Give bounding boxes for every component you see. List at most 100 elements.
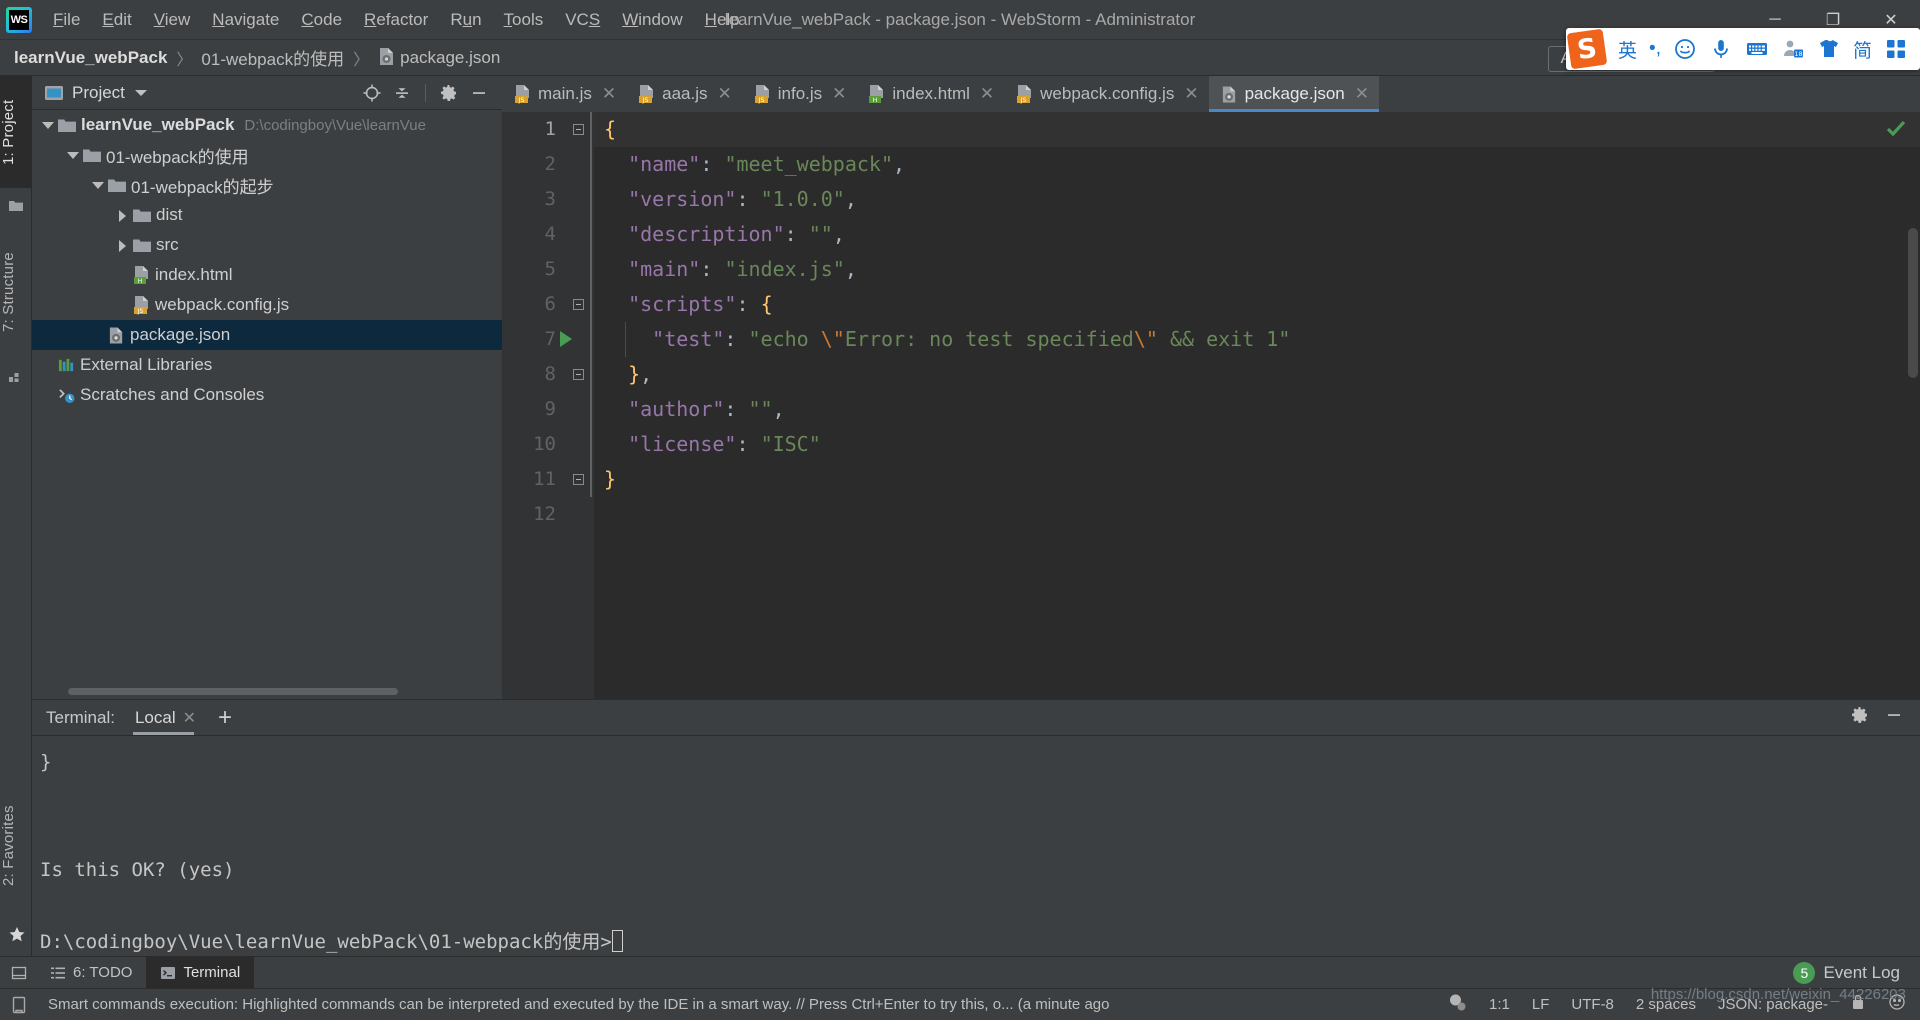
sidebar-item-project[interactable]: 1: Project <box>0 76 32 188</box>
project-horizontal-scrollbar[interactable] <box>32 685 502 697</box>
code-line-2[interactable]: "name": "meet_webpack", <box>594 147 1920 182</box>
tree-node-webpack-config-js[interactable]: JS webpack.config.js <box>32 290 502 320</box>
terminal-prompt[interactable]: D:\codingboy\Vue\learnVue_webPack\01-web… <box>40 924 1920 960</box>
menu-view[interactable]: View <box>143 0 202 40</box>
sogou-logo-icon[interactable]: S <box>1566 28 1608 70</box>
menu-window[interactable]: Window <box>611 0 693 40</box>
menu-edit[interactable]: Edit <box>91 0 142 40</box>
editor-tab-index-html[interactable]: Hindex.html ✕ <box>856 76 1004 112</box>
ime-punctuation-mode[interactable]: •, <box>1643 31 1667 67</box>
tree-node-learnvue-webpack[interactable]: learnVue_webPack D:\codingboy\Vue\learnVu… <box>32 110 502 140</box>
bottom-tab-todo[interactable]: 6: TODO <box>36 957 146 989</box>
code-line-12[interactable] <box>594 497 1920 532</box>
code-line-7[interactable]: "test": "echo \"Error: no test specified… <box>594 322 1920 357</box>
breadcrumb-item-1[interactable]: 01-webpack的使用 <box>201 45 344 70</box>
editor-tab-aaa-js[interactable]: JS aaa.js ✕ <box>626 76 742 112</box>
editor-tab-webpack-config-js[interactable]: JS webpack.config.js ✕ <box>1004 76 1208 112</box>
ok-check-icon[interactable] <box>1886 120 1906 138</box>
editor-tab-info-js[interactable]: JS info.js ✕ <box>742 76 857 112</box>
scrollbar-thumb[interactable] <box>68 688 398 695</box>
select-opened-file-icon[interactable] <box>359 80 385 106</box>
settings-gear-icon[interactable] <box>436 80 462 106</box>
status-info-icon[interactable] <box>10 996 28 1014</box>
close-icon[interactable]: ✕ <box>602 84 616 104</box>
editor-tab-main-js[interactable]: JS main.js ✕ <box>502 76 626 112</box>
code-line-3[interactable]: "version": "1.0.0", <box>594 182 1920 217</box>
close-icon[interactable]: ✕ <box>717 84 731 104</box>
ime-language-mode[interactable]: 英 <box>1612 31 1643 67</box>
tree-node-index-html[interactable]: Hindex.html <box>32 260 502 290</box>
fold-marker-8[interactable] <box>570 357 586 392</box>
close-icon[interactable]: ✕ <box>832 84 846 104</box>
menu-help[interactable]: Help <box>694 0 751 40</box>
tree-node-package-json[interactable]: package.json <box>32 320 502 350</box>
indent-setting[interactable]: 2 spaces <box>1636 996 1696 1013</box>
close-icon[interactable]: ✕ <box>1184 84 1198 104</box>
menu-code[interactable]: Code <box>290 0 353 40</box>
chevron-right-icon[interactable] <box>115 207 131 223</box>
file-type[interactable]: JSON: package- <box>1718 996 1828 1013</box>
close-icon[interactable]: ✕ <box>1355 84 1369 104</box>
editor-tab-package-json[interactable]: package.json ✕ <box>1208 76 1380 112</box>
line-separator[interactable]: LF <box>1532 996 1550 1013</box>
ime-simplified-chinese[interactable]: 简 <box>1847 31 1878 67</box>
menu-vcs[interactable]: VCS <box>554 0 611 40</box>
tree-node-dist[interactable]: dist <box>32 200 502 230</box>
grid-icon[interactable] <box>1878 31 1914 67</box>
tree-node-external-libraries[interactable]: External Libraries <box>32 350 502 380</box>
tree-node-01-webpack---[interactable]: 01-webpack的起步 <box>32 170 502 200</box>
project-tree[interactable]: learnVue_webPack D:\codingboy\Vue\learnVu… <box>32 110 502 675</box>
sidebar-item-favorites[interactable]: 2: Favorites <box>0 776 32 916</box>
code-line-5[interactable]: "main": "index.js", <box>594 252 1920 287</box>
new-terminal-tab-button[interactable]: + <box>218 705 232 729</box>
chevron-down-icon[interactable] <box>134 89 147 96</box>
close-icon[interactable]: ✕ <box>980 84 994 104</box>
smiley-icon[interactable] <box>1667 31 1703 67</box>
user-level-icon[interactable]: 18 <box>1775 31 1811 67</box>
window-layout-icon[interactable] <box>8 965 30 981</box>
event-log-button[interactable]: 5 Event Log <box>1793 961 1920 984</box>
chevron-down-icon[interactable] <box>65 147 81 163</box>
chevron-right-icon[interactable] <box>115 237 131 253</box>
menu-file[interactable]: File <box>42 0 91 40</box>
code-line-10[interactable]: "license": "ISC" <box>594 427 1920 462</box>
code-line-4[interactable]: "description": "", <box>594 217 1920 252</box>
code-line-9[interactable]: "author": "", <box>594 392 1920 427</box>
chevron-down-icon[interactable] <box>40 117 56 133</box>
close-icon[interactable]: ✕ <box>183 708 196 728</box>
sogou-ime-toolbar[interactable]: S 英 •, 18 简 <box>1566 28 1920 70</box>
code-line-8[interactable]: }, <box>594 357 1920 392</box>
code-line-11[interactable]: } <box>594 462 1920 497</box>
chevron-down-icon[interactable] <box>90 177 106 193</box>
bottom-tab-terminal[interactable]: Terminal <box>146 956 255 989</box>
hide-icon[interactable] <box>1884 705 1904 730</box>
microphone-icon[interactable] <box>1703 31 1739 67</box>
code-content[interactable]: { "name": "meet_webpack", "version": "1.… <box>594 112 1920 699</box>
terminal-output[interactable]: } Is this OK? (yes) D:\codingboy\Vue\lea… <box>32 736 1920 956</box>
file-encoding[interactable]: UTF-8 <box>1571 996 1614 1013</box>
hide-icon[interactable] <box>466 80 492 106</box>
tree-node-src[interactable]: src <box>32 230 502 260</box>
breadcrumb-item-0[interactable]: learnVue_webPack <box>14 48 167 68</box>
tree-node-scratches-and-consoles[interactable]: Scratches and Consoles <box>32 380 502 410</box>
fold-marker-6[interactable] <box>570 287 586 322</box>
code-line-1[interactable]: { <box>594 112 1920 147</box>
lock-icon[interactable] <box>1850 993 1866 1016</box>
code-line-6[interactable]: "scripts": { <box>594 287 1920 322</box>
scrollbar-thumb[interactable] <box>1908 228 1918 378</box>
notification-face-icon[interactable] <box>1888 993 1906 1016</box>
inspection-profile-icon[interactable] <box>1447 992 1467 1017</box>
editor-vertical-scrollbar[interactable] <box>1906 148 1920 735</box>
menu-refactor[interactable]: Refactor <box>353 0 439 40</box>
fold-marker-11[interactable] <box>570 462 586 497</box>
keyboard-icon[interactable] <box>1739 31 1775 67</box>
fold-marker-1[interactable] <box>570 112 586 147</box>
sidebar-item-structure[interactable]: 7: Structure <box>0 226 32 358</box>
code-editor[interactable]: 1 2 3 4 5 6 7 8 9 10 11 12 { "name": "meet_webpack"… <box>502 112 1920 735</box>
editor-gutter[interactable]: 1 2 3 4 5 6 7 8 9 10 11 12 <box>502 112 594 699</box>
menu-run[interactable]: Run <box>439 0 492 40</box>
breadcrumb-item-2[interactable]: package.json <box>378 47 500 68</box>
shirt-icon[interactable] <box>1811 31 1847 67</box>
menu-tools[interactable]: Tools <box>493 0 555 40</box>
run-script-icon[interactable] <box>560 331 572 347</box>
